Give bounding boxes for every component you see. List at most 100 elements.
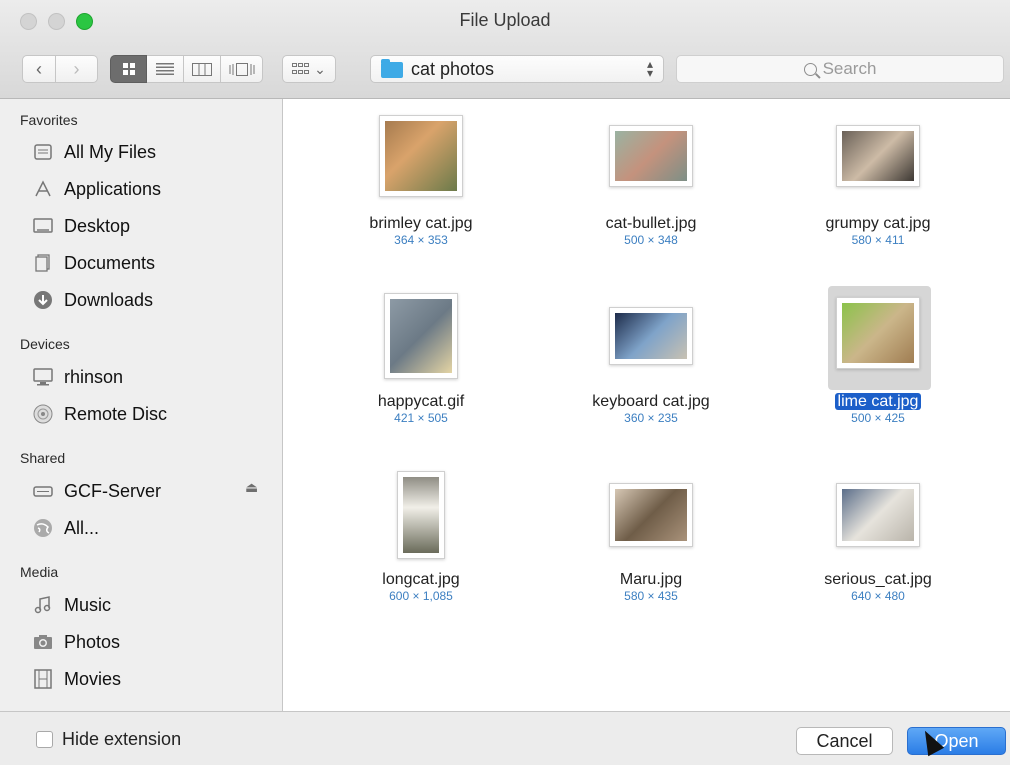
- file-name: lime cat.jpg: [783, 393, 973, 411]
- image-thumbnail: [397, 471, 445, 559]
- sidebar-item-label: rhinson: [64, 366, 124, 387]
- selected-file-name: lime cat.jpg: [834, 393, 922, 410]
- file-item[interactable]: keyboard cat.jpg 360 × 235: [556, 291, 746, 425]
- computer-icon: [32, 366, 54, 388]
- file-item[interactable]: grumpy cat.jpg 580 × 411: [783, 113, 973, 247]
- location-label: cat photos: [411, 58, 495, 79]
- view-mode-group: [110, 55, 263, 83]
- back-button[interactable]: ‹: [22, 55, 56, 83]
- column-view-button[interactable]: [184, 55, 221, 83]
- file-name: longcat.jpg: [382, 571, 460, 588]
- list-icon: [156, 63, 174, 75]
- sidebar-item-music[interactable]: Music: [32, 591, 111, 619]
- file-item[interactable]: serious_cat.jpg 640 × 480: [783, 469, 973, 603]
- arrange-grid-icon: [292, 63, 310, 74]
- file-name: Maru.jpg: [619, 571, 683, 588]
- cancel-button[interactable]: Cancel: [796, 727, 893, 755]
- sidebar-item-movies[interactable]: Movies: [32, 665, 121, 693]
- documents-icon: [32, 252, 54, 274]
- sidebar-item-photos[interactable]: Photos: [32, 628, 120, 656]
- sidebar-item-label: Movies: [64, 668, 122, 689]
- file-item[interactable]: longcat.jpg 600 × 1,085: [326, 469, 516, 603]
- chevron-right-icon: ›: [73, 58, 80, 79]
- file-item[interactable]: Maru.jpg 580 × 435: [556, 469, 746, 603]
- file-item[interactable]: brimley cat.jpg 364 × 353: [326, 113, 516, 247]
- server-icon: [32, 480, 54, 502]
- sidebar-item-documents[interactable]: Documents: [32, 249, 155, 277]
- sidebar-item-remote-disc[interactable]: Remote Disc: [32, 400, 167, 428]
- sidebar-item-rhinson[interactable]: rhinson: [32, 363, 123, 391]
- file-dimensions: 600 × 1,085: [389, 589, 453, 603]
- bottom-bar: Hide extension Cancel Open: [0, 711, 1010, 765]
- image-thumbnail: [836, 297, 920, 369]
- sidebar-item-label: Desktop: [64, 215, 131, 236]
- sidebar-item-label: All My Files: [64, 141, 157, 162]
- image-thumbnail: [836, 125, 920, 187]
- file-item-selected[interactable]: lime cat.jpg 500 × 425: [783, 291, 973, 425]
- file-upload-dialog: File Upload ‹ › ⌄ cat photos ▴ ▾ Search …: [0, 0, 1010, 765]
- sidebar-heading-media: Media: [20, 564, 59, 580]
- file-name: grumpy cat.jpg: [825, 215, 931, 232]
- file-item[interactable]: cat-bullet.jpg 500 × 348: [556, 113, 746, 247]
- forward-button[interactable]: ›: [56, 55, 98, 83]
- image-thumbnail: [609, 483, 693, 547]
- list-view-button[interactable]: [147, 55, 184, 83]
- sidebar-item-label: Applications: [64, 178, 162, 199]
- file-item[interactable]: happycat.gif 421 × 505: [326, 291, 516, 425]
- file-grid: brimley cat.jpg 364 × 353 cat-bullet.jpg…: [283, 99, 1010, 711]
- sidebar-item-label: GCF-Server: [64, 480, 162, 501]
- chevron-down-icon: ⌄: [314, 60, 326, 77]
- file-dimensions: 580 × 411: [851, 233, 905, 247]
- search-icon: [803, 62, 817, 76]
- up-down-arrows-icon: ▴ ▾: [646, 57, 653, 80]
- all-files-icon: [32, 141, 54, 163]
- music-icon: [32, 594, 54, 616]
- file-name: happycat.gif: [377, 393, 465, 410]
- sidebar-item-label: Documents: [64, 252, 156, 273]
- applications-icon: [32, 178, 54, 200]
- sidebar-item-label: All...: [64, 517, 100, 538]
- hide-extension-checkbox[interactable]: [36, 731, 53, 748]
- file-dimensions: 364 × 353: [394, 233, 448, 247]
- file-dimensions: 580 × 435: [624, 589, 678, 603]
- folder-icon: [381, 59, 403, 78]
- sidebar-item-downloads[interactable]: Downloads: [32, 286, 153, 314]
- camera-icon: [32, 631, 54, 653]
- file-name: brimley cat.jpg: [369, 215, 473, 232]
- sidebar-item-label: Downloads: [64, 289, 154, 310]
- icon-view-button[interactable]: [110, 55, 147, 83]
- image-thumbnail: [384, 293, 458, 379]
- chevron-left-icon: ‹: [36, 58, 42, 79]
- sidebar-item-desktop[interactable]: Desktop: [32, 212, 130, 240]
- cover-flow-view-button[interactable]: [221, 55, 263, 83]
- image-thumbnail: [609, 307, 693, 365]
- sidebar-item-gcf-server[interactable]: GCF-Server: [32, 477, 161, 505]
- sidebar-item-label: Photos: [64, 631, 121, 652]
- sidebar-item-applications[interactable]: Applications: [32, 175, 161, 203]
- sidebar-heading-favorites: Favorites: [20, 112, 78, 128]
- sidebar-heading-shared: Shared: [20, 450, 66, 466]
- sidebar-heading-devices: Devices: [20, 336, 70, 352]
- file-dimensions: 360 × 235: [624, 411, 678, 425]
- image-thumbnail: [379, 115, 463, 197]
- file-dimensions: 500 × 348: [624, 233, 678, 247]
- file-dimensions: 640 × 480: [851, 589, 905, 603]
- film-icon: [32, 668, 54, 690]
- location-popup[interactable]: cat photos ▴ ▾: [370, 55, 664, 83]
- desktop-icon: [32, 215, 54, 237]
- window-title: File Upload: [459, 10, 551, 30]
- file-dimensions: 500 × 425: [851, 411, 905, 425]
- eject-icon[interactable]: ⏏: [245, 479, 258, 496]
- search-field[interactable]: Search: [676, 55, 1004, 83]
- sidebar-item-label: Remote Disc: [64, 403, 168, 424]
- search-placeholder: Search: [822, 59, 877, 78]
- sidebar-item-all[interactable]: All...: [32, 514, 99, 542]
- file-dimensions: 421 × 505: [394, 411, 448, 425]
- grid-icon: [122, 63, 135, 75]
- image-thumbnail: [609, 125, 693, 187]
- sidebar-item-all-my-files[interactable]: All My Files: [32, 138, 156, 166]
- network-icon: [32, 517, 54, 539]
- arrange-button[interactable]: ⌄: [282, 55, 336, 83]
- hide-extension-label: Hide extension: [62, 729, 182, 749]
- toolbar: File Upload ‹ › ⌄ cat photos ▴ ▾ Search: [0, 0, 1010, 99]
